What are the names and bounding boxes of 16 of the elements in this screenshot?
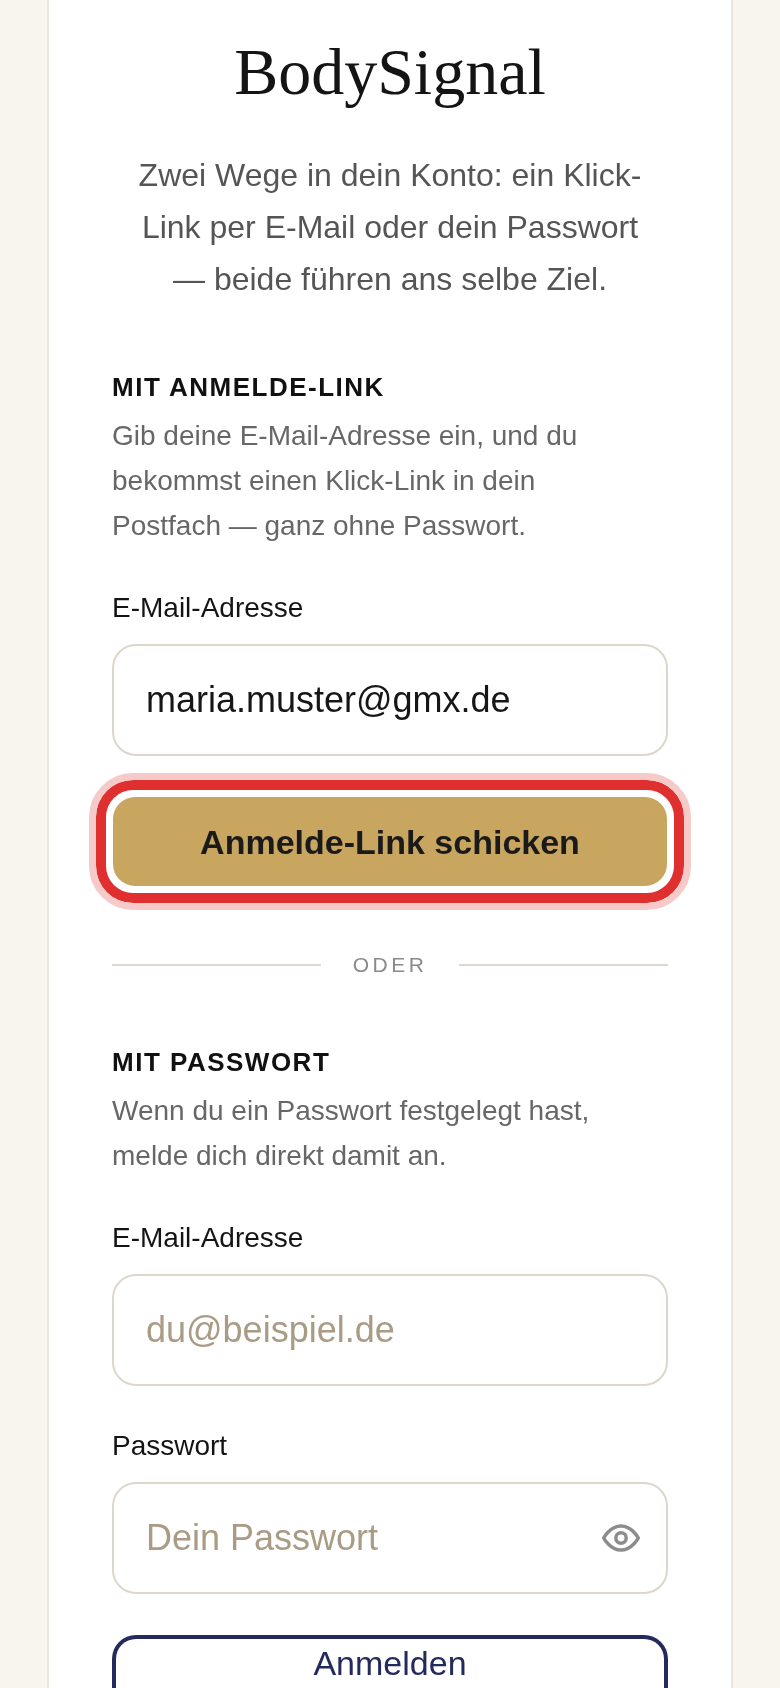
eye-icon[interactable] xyxy=(602,1524,640,1552)
section-heading: MIT PASSWORT xyxy=(112,1046,332,1078)
field-label: E-Mail-Adresse xyxy=(112,1221,305,1255)
login-button[interactable]: Anmelden xyxy=(112,1635,668,1688)
section-hint: Gib deine E-Mail-Adresse ein, und du bekommst einen Klick-Link in dein Postfach — ganz ohne Passwort. xyxy=(112,419,579,543)
divider-label: ODER xyxy=(352,952,428,978)
password-field[interactable]: Dein Passwort xyxy=(112,1482,668,1594)
section-heading: MIT ANMELDE-LINK xyxy=(112,371,386,403)
field-label: Passwort xyxy=(112,1429,229,1463)
page-title: BodySignal xyxy=(233,34,547,110)
page-subtitle: Zwei Wege in dein Konto: ein Klick-Link per E-Mail oder dein Passwort — beide führen ans selbe Ziel. xyxy=(137,156,643,299)
section-hint: Wenn du ein Passwort festgelegt hast, melde dich direkt damit an. xyxy=(112,1094,591,1173)
email-field[interactable]: du@beispiel.de xyxy=(112,1274,668,1386)
field-label: E-Mail-Adresse xyxy=(112,591,305,625)
email-field[interactable]: maria.muster@gmx.de xyxy=(112,644,668,756)
send-link-button[interactable]: Anmelde-Link schicken xyxy=(113,797,667,886)
